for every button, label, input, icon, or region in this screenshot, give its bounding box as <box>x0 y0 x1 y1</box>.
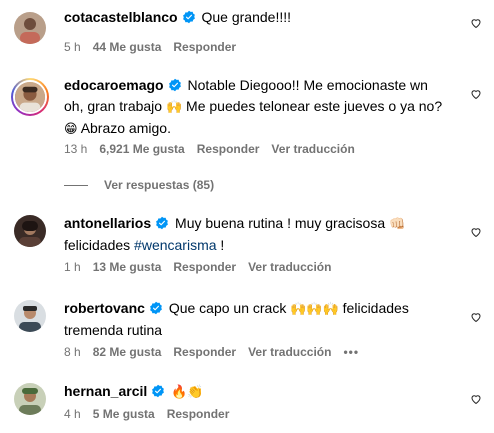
see-translation-button[interactable]: Ver traducción <box>271 142 354 156</box>
like-heart-icon[interactable] <box>470 311 482 323</box>
like-heart-icon[interactable] <box>470 226 482 238</box>
grin-emoji: 😁 <box>64 122 78 137</box>
comment-text: Abrazo amigo. <box>80 120 171 136</box>
likes-count[interactable]: 5 Me gusta <box>93 407 155 421</box>
likes-count[interactable]: 44 Me gusta <box>93 40 162 54</box>
comment-time[interactable]: 1 h <box>64 260 81 274</box>
reply-button[interactable]: Responder <box>197 142 260 156</box>
comment-text: ! <box>220 237 225 253</box>
like-heart-icon[interactable] <box>470 88 482 100</box>
like-heart-icon[interactable] <box>470 17 482 29</box>
view-replies-label: Ver respuestas (85) <box>104 178 215 192</box>
fist-bump-emoji: 👊🏻 <box>389 217 406 232</box>
replies-divider <box>64 184 88 186</box>
avatar[interactable] <box>14 383 46 415</box>
likes-count[interactable]: 6,921 Me gusta <box>99 142 184 156</box>
verified-badge-icon <box>152 384 165 398</box>
like-heart-icon[interactable] <box>470 393 482 405</box>
reply-button[interactable]: Responder <box>173 40 236 54</box>
hashtag-link[interactable]: #wencarisma <box>134 237 216 253</box>
reply-button[interactable]: Responder <box>167 407 230 421</box>
more-options-icon[interactable]: ••• <box>343 345 359 359</box>
comment-time[interactable]: 13 h <box>64 142 87 156</box>
comment-text: Que capo un crack <box>168 300 287 316</box>
view-replies-button[interactable]: Ver respuestas (85) <box>64 178 214 192</box>
avatar[interactable] <box>14 12 46 44</box>
comment-time[interactable]: 8 h <box>64 345 81 359</box>
verified-badge-icon <box>182 10 195 24</box>
comment-time[interactable]: 5 h <box>64 40 81 54</box>
raised-hands-emoji: 🙌 <box>165 100 183 115</box>
comment-username[interactable]: edocaroemago <box>64 77 164 93</box>
fire-clap-emoji: 🔥👏 <box>171 385 204 400</box>
reply-button[interactable]: Responder <box>173 345 236 359</box>
raised-hands-emoji: 🙌🙌🙌 <box>290 302 339 317</box>
avatar[interactable] <box>11 78 49 116</box>
comments-list: cotacastelblanco Que grande!!!! 5 h 44 Me… <box>0 0 494 433</box>
comment-username[interactable]: cotacastelblanco <box>64 9 178 25</box>
reply-button[interactable]: Responder <box>173 260 236 274</box>
avatar[interactable] <box>14 215 46 247</box>
verified-badge-icon <box>156 216 169 230</box>
verified-badge-icon <box>168 78 181 92</box>
likes-count[interactable]: 82 Me gusta <box>93 345 162 359</box>
likes-count[interactable]: 13 Me gusta <box>93 260 162 274</box>
comment-text: Me puedes telonear este jueves o ya no? <box>186 98 443 114</box>
comment-time[interactable]: 4 h <box>64 407 81 421</box>
comment-username[interactable]: antonellarios <box>64 215 151 231</box>
comment-text: felicidades <box>64 237 131 253</box>
comment-text: Muy buena rutina ! muy gracisosa <box>175 215 386 231</box>
see-translation-button[interactable]: Ver traducción <box>248 345 331 359</box>
comment-username[interactable]: hernan_arcil <box>64 383 147 399</box>
comment-text: Que grande!!!! <box>201 9 292 25</box>
see-translation-button[interactable]: Ver traducción <box>248 260 331 274</box>
comment-username[interactable]: robertovanc <box>64 300 145 316</box>
verified-badge-icon <box>150 301 162 315</box>
avatar[interactable] <box>14 300 46 332</box>
